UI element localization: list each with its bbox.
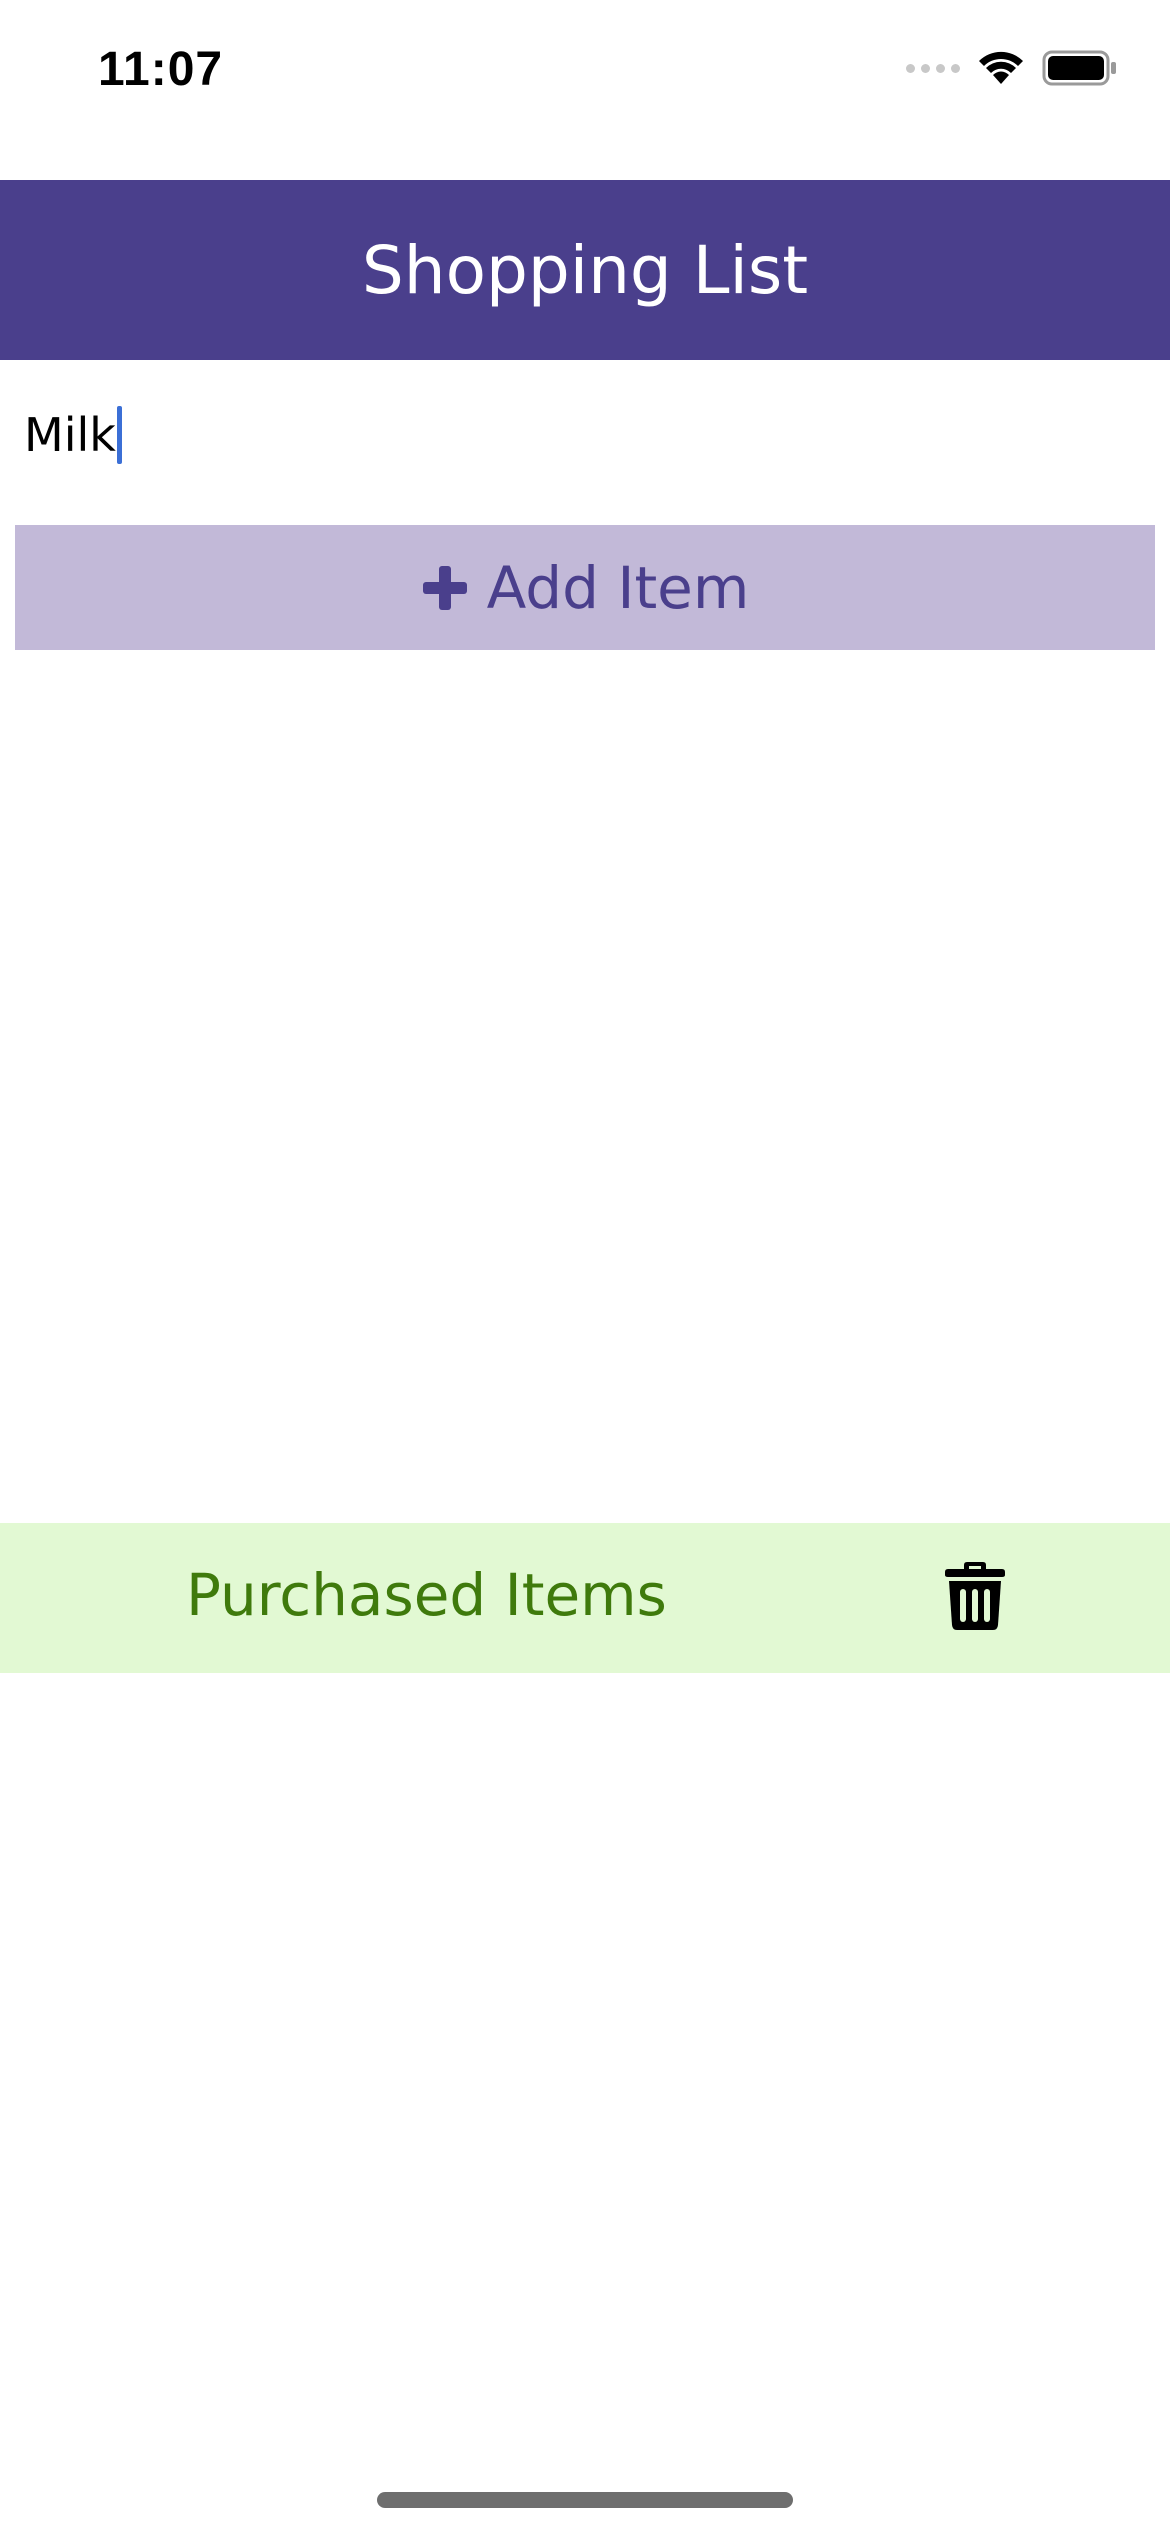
wifi-icon — [979, 51, 1023, 84]
status-bar: 11:07 — [0, 0, 1170, 180]
purchased-items-bar: Purchased Items — [0, 1523, 1170, 1673]
text-caret — [116, 406, 122, 464]
item-input[interactable]: Milk — [24, 380, 1144, 490]
item-input-value: Milk — [24, 408, 116, 462]
purchased-items-label: Purchased Items — [186, 1561, 667, 1629]
delete-purchased-button[interactable] — [944, 1561, 1018, 1637]
plus-icon — [422, 565, 467, 610]
shopping-list — [0, 650, 1170, 1520]
battery-icon — [1042, 50, 1116, 86]
page-title: Shopping List — [361, 231, 809, 309]
add-item-label: Add Item — [486, 553, 750, 622]
status-time: 11:07 — [98, 43, 224, 96]
add-item-button[interactable]: Add Item — [15, 525, 1155, 650]
trash-icon — [945, 1562, 1005, 1630]
app-header: Shopping List — [0, 180, 1170, 360]
home-indicator[interactable] — [377, 2492, 793, 2508]
status-icons — [906, 50, 1118, 86]
cellular-signal-icon — [906, 63, 960, 73]
